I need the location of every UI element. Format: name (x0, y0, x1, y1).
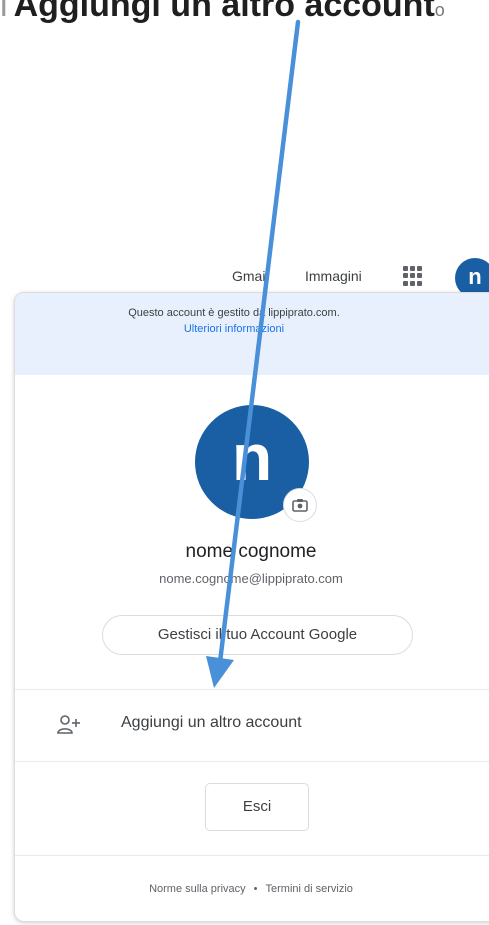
gmail-link[interactable]: Gmail (232, 268, 269, 284)
divider (15, 761, 489, 762)
images-link[interactable]: Immagini (305, 268, 362, 284)
add-account-row[interactable]: Aggiungi un altro account (15, 690, 489, 760)
logout-button[interactable]: Esci (205, 783, 309, 831)
managed-account-notice: Questo account è gestito da lippiprato.c… (15, 293, 489, 375)
managed-notice-text: Questo account è gestito da lippiprato.c… (128, 307, 340, 319)
camera-icon (292, 499, 308, 512)
terms-link[interactable]: Termini di servizio (266, 883, 353, 895)
privacy-link[interactable]: Norme sulla privacy (149, 883, 246, 895)
profile-name: nome cognome (185, 541, 317, 562)
divider (15, 855, 489, 856)
person-add-icon (57, 715, 80, 734)
caption-lead: i (0, 0, 8, 24)
caption-tail: o (434, 0, 445, 20)
manage-account-button[interactable]: Gestisci il tuo Account Google (102, 615, 413, 655)
caption-main: Aggiungi un altro account (13, 0, 435, 24)
profile-email: nome.cognome@lippiprato.com (159, 571, 343, 586)
learn-more-link[interactable]: Ulteriori informazioni (15, 323, 489, 335)
caption-text: i Aggiungi un altro accounto (0, 0, 489, 26)
footer-separator: • (253, 883, 258, 895)
add-account-label: Aggiungi un altro account (121, 714, 302, 731)
change-photo-button[interactable] (283, 488, 317, 522)
account-menu-card: Questo account è gestito da lippiprato.c… (14, 292, 489, 922)
apps-grid-icon[interactable] (403, 266, 423, 286)
footer-links: Norme sulla privacy • Termini di servizio (15, 883, 487, 895)
top-bar: Gmail Immagini n (0, 250, 489, 298)
